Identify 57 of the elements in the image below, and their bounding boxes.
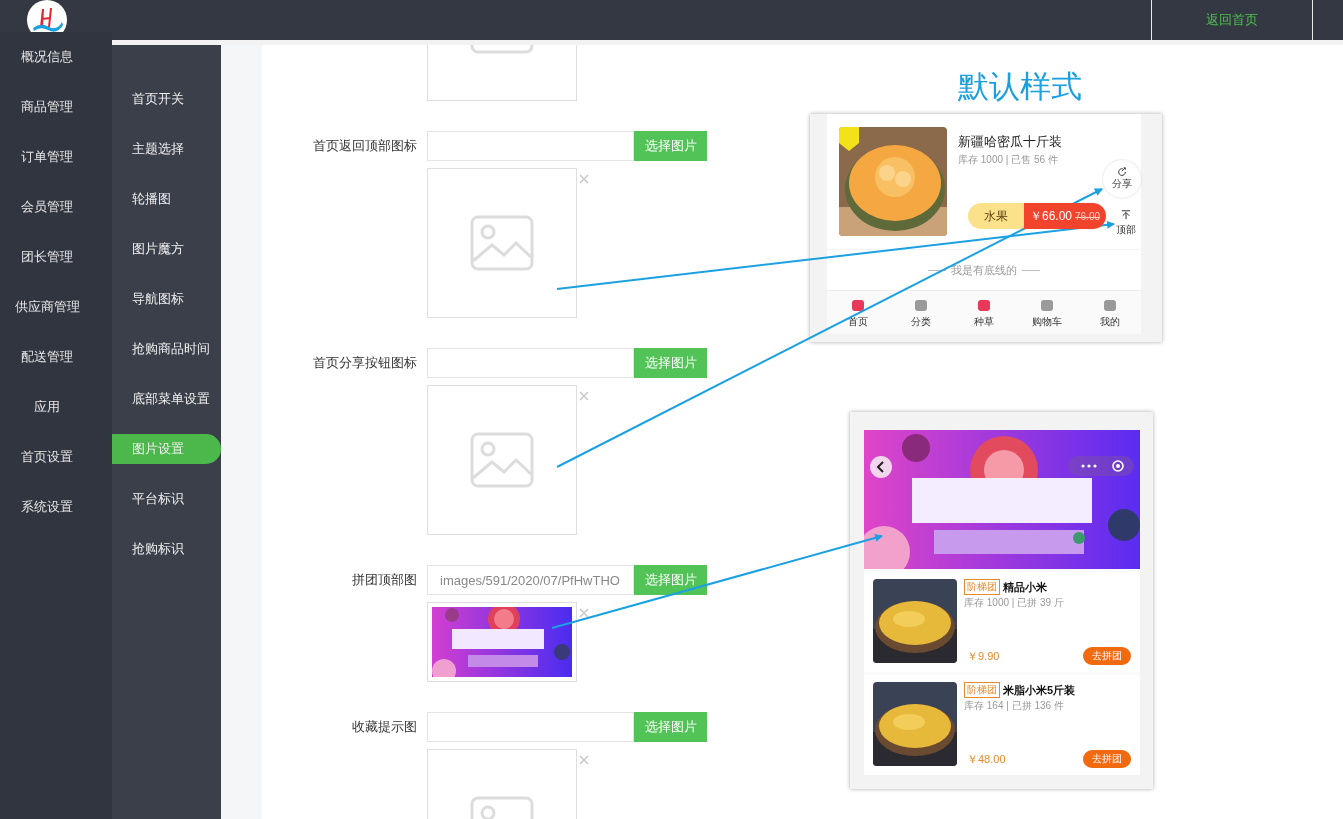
subnav-item[interactable]: 主题选择 [112, 134, 221, 164]
sidebar-item[interactable]: 配送管理 [0, 332, 94, 382]
sidebar-item[interactable]: 应用 [0, 382, 94, 432]
tag: 阶梯团 [964, 579, 1000, 595]
product-price: ￥48.00 [967, 751, 1006, 767]
product-meta: 库存 164 | 已拼 136 件 [964, 699, 1065, 713]
input-field[interactable] [427, 131, 634, 161]
image-placeholder-icon [470, 215, 534, 271]
sidebar-item[interactable]: 订单管理 [0, 132, 94, 182]
close-icon[interactable] [579, 391, 589, 401]
product-meta: 库存 1000 | 已售 56 件 [958, 153, 1059, 167]
preview-title: 默认样式 [957, 70, 1083, 104]
sidebar-item[interactable]: 会员管理 [0, 182, 94, 232]
field-label: 首页返回顶部图标 [312, 137, 418, 155]
share-button[interactable]: 分享 [1103, 160, 1141, 198]
tag: 阶梯团 [964, 682, 1000, 698]
field-label: 收藏提示图 [351, 718, 418, 736]
subnav-item[interactable]: 底部菜单设置 [112, 384, 221, 414]
sidebar-item[interactable]: 商品管理 [0, 82, 94, 132]
product-price: ￥9.90 [967, 648, 1000, 664]
close-icon[interactable] [579, 608, 589, 618]
subnav-item[interactable]: 图片魔方 [112, 234, 221, 264]
more-icon[interactable] [1068, 456, 1134, 476]
tab-item[interactable]: 购物车 [1015, 291, 1079, 334]
field-label: 首页分享按钮图标 [312, 354, 418, 372]
sidebar-item[interactable]: 团长管理 [0, 232, 94, 282]
product-name: 新疆哈密瓜十斤装 [958, 133, 1063, 151]
subnav-item[interactable]: 抢购标识 [112, 534, 221, 564]
subnav-item[interactable]: 导航图标 [112, 284, 221, 314]
tab-item[interactable]: 我的 [1078, 291, 1141, 334]
image-placeholder-icon [470, 432, 534, 488]
share-icon [1117, 167, 1127, 177]
tab-item[interactable]: 分类 [889, 291, 953, 334]
tab-item[interactable]: 首页 [827, 291, 890, 334]
close-icon[interactable] [579, 174, 589, 184]
end-note: 我是有底线的 [951, 262, 1017, 278]
input-field[interactable] [427, 712, 634, 742]
product-name: 精品小米 [1003, 579, 1047, 595]
category-pill: 水果 [968, 203, 1024, 229]
product-name: 米脂小米5斤装 [1003, 682, 1076, 698]
sidebar-item[interactable]: 系统设置 [0, 482, 94, 532]
input-field[interactable] [427, 348, 634, 378]
sidebar-item[interactable]: 供应商管理 [0, 282, 94, 332]
sidebar-item[interactable]: 首页设置 [0, 432, 94, 482]
input-field[interactable]: images/591/2020/07/PfHwTHO [427, 565, 634, 595]
subnav-item[interactable]: 轮播图 [112, 184, 221, 214]
subnav-item[interactable]: 首页开关 [112, 84, 221, 114]
subnav-item[interactable]: 平台标识 [112, 484, 221, 514]
close-icon[interactable] [579, 755, 589, 765]
price-pill[interactable]: ￥66.00 76.00 [1024, 203, 1106, 229]
sidebar-item[interactable]: 概况信息 [0, 32, 94, 82]
product-meta: 库存 1000 | 已拼 39 斤 [964, 596, 1065, 610]
subnav-item[interactable]: 抢购商品时间 [112, 334, 221, 364]
tab-item[interactable]: 种草 [952, 291, 1016, 334]
back-icon[interactable] [870, 456, 892, 478]
arrow-up-icon [1121, 210, 1131, 220]
field-label: 拼团顶部图 [351, 571, 418, 589]
